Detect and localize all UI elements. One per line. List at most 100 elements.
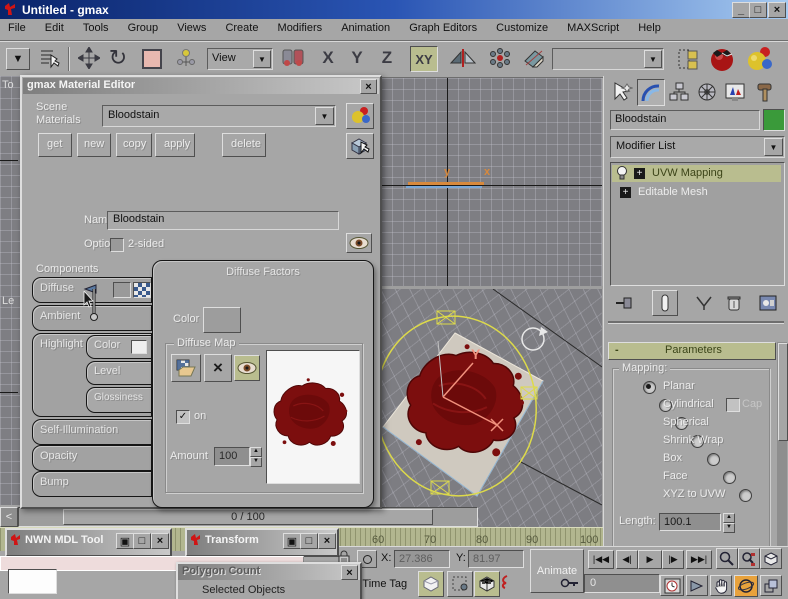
radio-xyz-to-uvw[interactable] <box>739 489 752 502</box>
copy-button[interactable]: copy <box>116 133 152 157</box>
tab-bump[interactable]: Bump <box>32 471 152 497</box>
tab-display[interactable] <box>722 80 748 104</box>
length-spinner[interactable]: ▲▼ <box>723 513 735 533</box>
next-frame-button[interactable]: |▶ <box>662 550 684 569</box>
arc-rotate-icon[interactable] <box>734 575 758 597</box>
map-on-checkbox[interactable]: ✓ <box>176 410 190 424</box>
pan-hand-icon[interactable] <box>710 575 732 596</box>
remove-modifier-icon[interactable] <box>722 292 746 314</box>
named-selection-dropdown[interactable]: ▼ <box>552 48 664 70</box>
viewport-perspective[interactable]: Y <box>381 289 602 528</box>
menu-maxscript[interactable]: MAXScript <box>559 19 627 37</box>
subtab-highlight-glossiness[interactable]: Glossiness <box>86 387 152 413</box>
panel-scrollbar-thumb[interactable] <box>778 343 788 441</box>
expand-icon[interactable]: + <box>634 168 645 179</box>
tab-utilities[interactable] <box>752 80 778 104</box>
pin-stack-icon[interactable] <box>612 292 636 314</box>
material-color-icon[interactable] <box>346 103 374 129</box>
amount-spinner[interactable]: ▲▼ <box>250 447 262 467</box>
two-sided-checkbox[interactable] <box>110 238 124 252</box>
select-and-scale-icon[interactable] <box>142 49 162 69</box>
name-field[interactable]: Bloodstain <box>107 211 339 230</box>
chevron-down-icon[interactable]: ▼ <box>644 50 662 68</box>
light-bulb-icon[interactable] <box>616 166 628 180</box>
menu-create[interactable]: Create <box>217 19 266 37</box>
restrict-z-button[interactable]: Z <box>377 46 397 70</box>
menu-edit[interactable]: Edit <box>37 19 72 37</box>
select-by-name-icon[interactable] <box>38 46 62 70</box>
zoom-icon[interactable] <box>716 548 738 569</box>
close-icon[interactable]: × <box>360 79 377 94</box>
zoom-extents-icon[interactable] <box>760 548 782 569</box>
subtab-highlight-color[interactable]: Color <box>86 335 152 359</box>
close-icon[interactable]: × <box>318 533 336 549</box>
menu-animation[interactable]: Animation <box>333 19 398 37</box>
close-icon[interactable]: × <box>341 565 358 580</box>
y-coordinate-field[interactable]: 81.97 <box>468 550 524 568</box>
show-end-result-icon[interactable] <box>652 290 678 316</box>
object-name-field[interactable]: Bloodstain <box>610 110 760 130</box>
select-and-move-icon[interactable] <box>77 46 101 70</box>
restrict-x-button[interactable]: X <box>318 46 338 70</box>
stack-item-uvw-mapping[interactable]: + UVW Mapping <box>612 165 781 182</box>
menu-views[interactable]: Views <box>169 19 214 37</box>
toolbar-flyout-button[interactable]: ▼ <box>6 48 30 70</box>
restore-icon[interactable]: ▣ <box>116 533 134 549</box>
time-configuration-icon[interactable] <box>660 575 684 596</box>
menu-file[interactable]: File <box>0 19 34 37</box>
maximize-icon[interactable]: □ <box>300 533 318 549</box>
percent-snap-icon[interactable] <box>474 571 500 597</box>
get-button[interactable]: get <box>38 133 72 157</box>
show-map-eye-icon[interactable] <box>346 233 372 253</box>
time-slider-knob[interactable]: 0 / 100 <box>63 509 433 525</box>
previous-frame-button[interactable]: ◀| <box>616 550 638 569</box>
time-slider-track[interactable]: 0 / 100 <box>18 507 478 527</box>
material-editor-titlebar[interactable]: gmax Material Editor × <box>23 78 379 94</box>
select-and-rotate-icon[interactable]: ↻ <box>106 45 130 71</box>
reference-coordinate-dropdown[interactable]: View ▼ <box>207 48 273 70</box>
minimize-button[interactable]: _ <box>732 2 750 18</box>
tab-hierarchy[interactable] <box>666 80 692 104</box>
chevron-down-icon[interactable]: ▼ <box>253 50 271 68</box>
transform-window[interactable]: Transform ▣ □ × <box>185 528 339 557</box>
set-key-icon[interactable] <box>560 577 580 589</box>
tab-create[interactable] <box>609 80 635 104</box>
diffuse-map-swatch[interactable] <box>133 282 151 298</box>
align-icon[interactable] <box>520 46 548 70</box>
min-max-toggle-icon[interactable] <box>760 575 782 596</box>
current-frame-field[interactable]: 0 <box>584 574 660 593</box>
use-center-flyout-icon[interactable] <box>280 46 306 70</box>
go-to-start-button[interactable]: |◀◀ <box>588 550 614 569</box>
play-selected-icon[interactable] <box>686 575 708 596</box>
subtab-highlight-level[interactable]: Level <box>86 361 152 385</box>
restrict-y-button[interactable]: Y <box>347 46 367 70</box>
remove-map-icon[interactable]: × <box>204 354 232 382</box>
configure-modifier-sets-icon[interactable] <box>756 292 780 314</box>
show-map-in-viewport-icon[interactable] <box>234 355 260 381</box>
maximize-icon[interactable]: □ <box>133 533 151 549</box>
menu-help[interactable]: Help <box>630 19 669 37</box>
chevron-down-icon[interactable]: ▼ <box>315 107 334 125</box>
menu-customize[interactable]: Customize <box>488 19 556 37</box>
title-bar[interactable]: Untitled - gmax _ □ × <box>0 0 788 19</box>
tab-opacity[interactable]: Opacity <box>32 445 152 471</box>
radio-box[interactable] <box>707 453 720 466</box>
chevron-down-icon[interactable]: ▼ <box>764 138 783 156</box>
radio-face[interactable] <box>723 471 736 484</box>
object-color-swatch[interactable] <box>763 109 785 131</box>
maximize-button[interactable]: □ <box>749 2 767 18</box>
track-view-icon[interactable] <box>676 46 702 72</box>
expand-icon[interactable]: + <box>620 187 631 198</box>
length-field[interactable]: 100.1 <box>659 513 721 531</box>
x-coordinate-field[interactable]: 27.386 <box>394 550 450 568</box>
viewport-front[interactable]: y x <box>381 78 602 286</box>
delete-button[interactable]: delete <box>222 133 266 157</box>
menu-graph-editors[interactable]: Graph Editors <box>401 19 485 37</box>
menu-modifiers[interactable]: Modifiers <box>270 19 331 37</box>
panel-scrollbar[interactable] <box>777 342 787 546</box>
new-button[interactable]: new <box>77 133 111 157</box>
zoom-all-icon[interactable] <box>738 548 760 569</box>
material-editor-icon[interactable] <box>708 45 735 72</box>
cap-checkbox[interactable] <box>726 398 740 412</box>
highlight-color-swatch[interactable] <box>131 340 147 354</box>
